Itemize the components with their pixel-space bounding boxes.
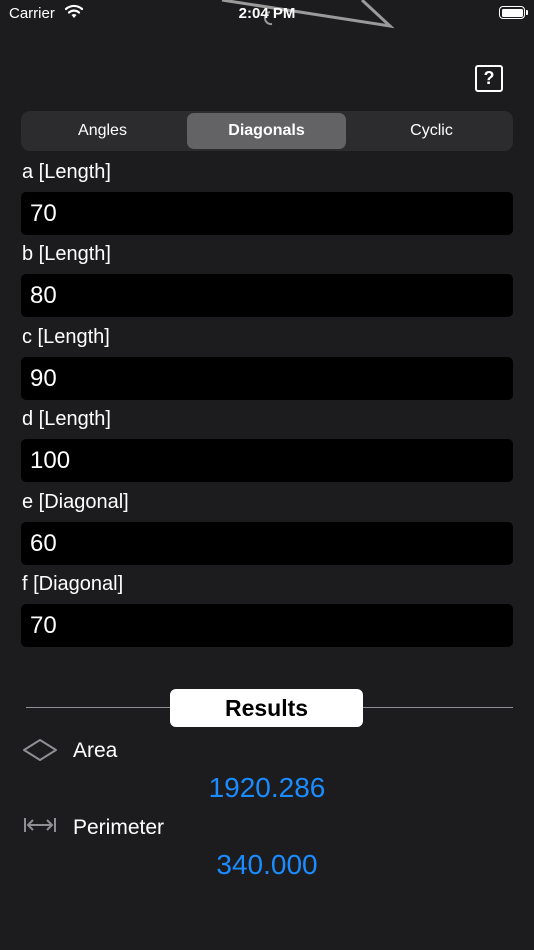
field-b-label: b [Length] <box>22 243 111 265</box>
field-f-input[interactable]: 70 <box>21 604 513 647</box>
field-b-input[interactable]: 80 <box>21 274 513 317</box>
field-c-label: c [Length] <box>22 326 110 348</box>
field-a-input[interactable]: 70 <box>21 192 513 235</box>
perimeter-label: Perimeter <box>73 816 165 839</box>
results-divider-left <box>26 707 171 708</box>
field-e-input[interactable]: 60 <box>21 522 513 565</box>
battery-icon <box>499 6 528 19</box>
rhombus-icon <box>23 739 57 761</box>
perimeter-value: 340.000 <box>216 849 318 880</box>
field-d-label: d [Length] <box>22 408 111 430</box>
field-c-input[interactable]: 90 <box>21 357 513 400</box>
clock: 2:04 PM <box>238 5 296 22</box>
field-f-label: f [Diagonal] <box>22 573 124 595</box>
field-a-label: a [Length] <box>22 161 111 183</box>
status-bar: Carrier 2:04 PM <box>0 0 534 30</box>
field-e-label: e [Diagonal] <box>22 491 129 513</box>
field-d-input[interactable]: 100 <box>21 439 513 482</box>
width-arrows-icon <box>24 818 56 832</box>
help-button[interactable]: ? <box>475 65 503 92</box>
results-divider-right <box>363 707 513 708</box>
tab-cyclic[interactable]: Cyclic <box>352 113 511 149</box>
area-label: Area <box>73 739 118 762</box>
tab-diagonals[interactable]: Diagonals <box>187 113 346 149</box>
mode-segmented-control: Angles Diagonals Cyclic <box>21 111 513 151</box>
results-button[interactable]: Results <box>170 689 363 727</box>
area-value: 1920.286 <box>208 772 326 803</box>
tab-angles[interactable]: Angles <box>23 113 182 149</box>
